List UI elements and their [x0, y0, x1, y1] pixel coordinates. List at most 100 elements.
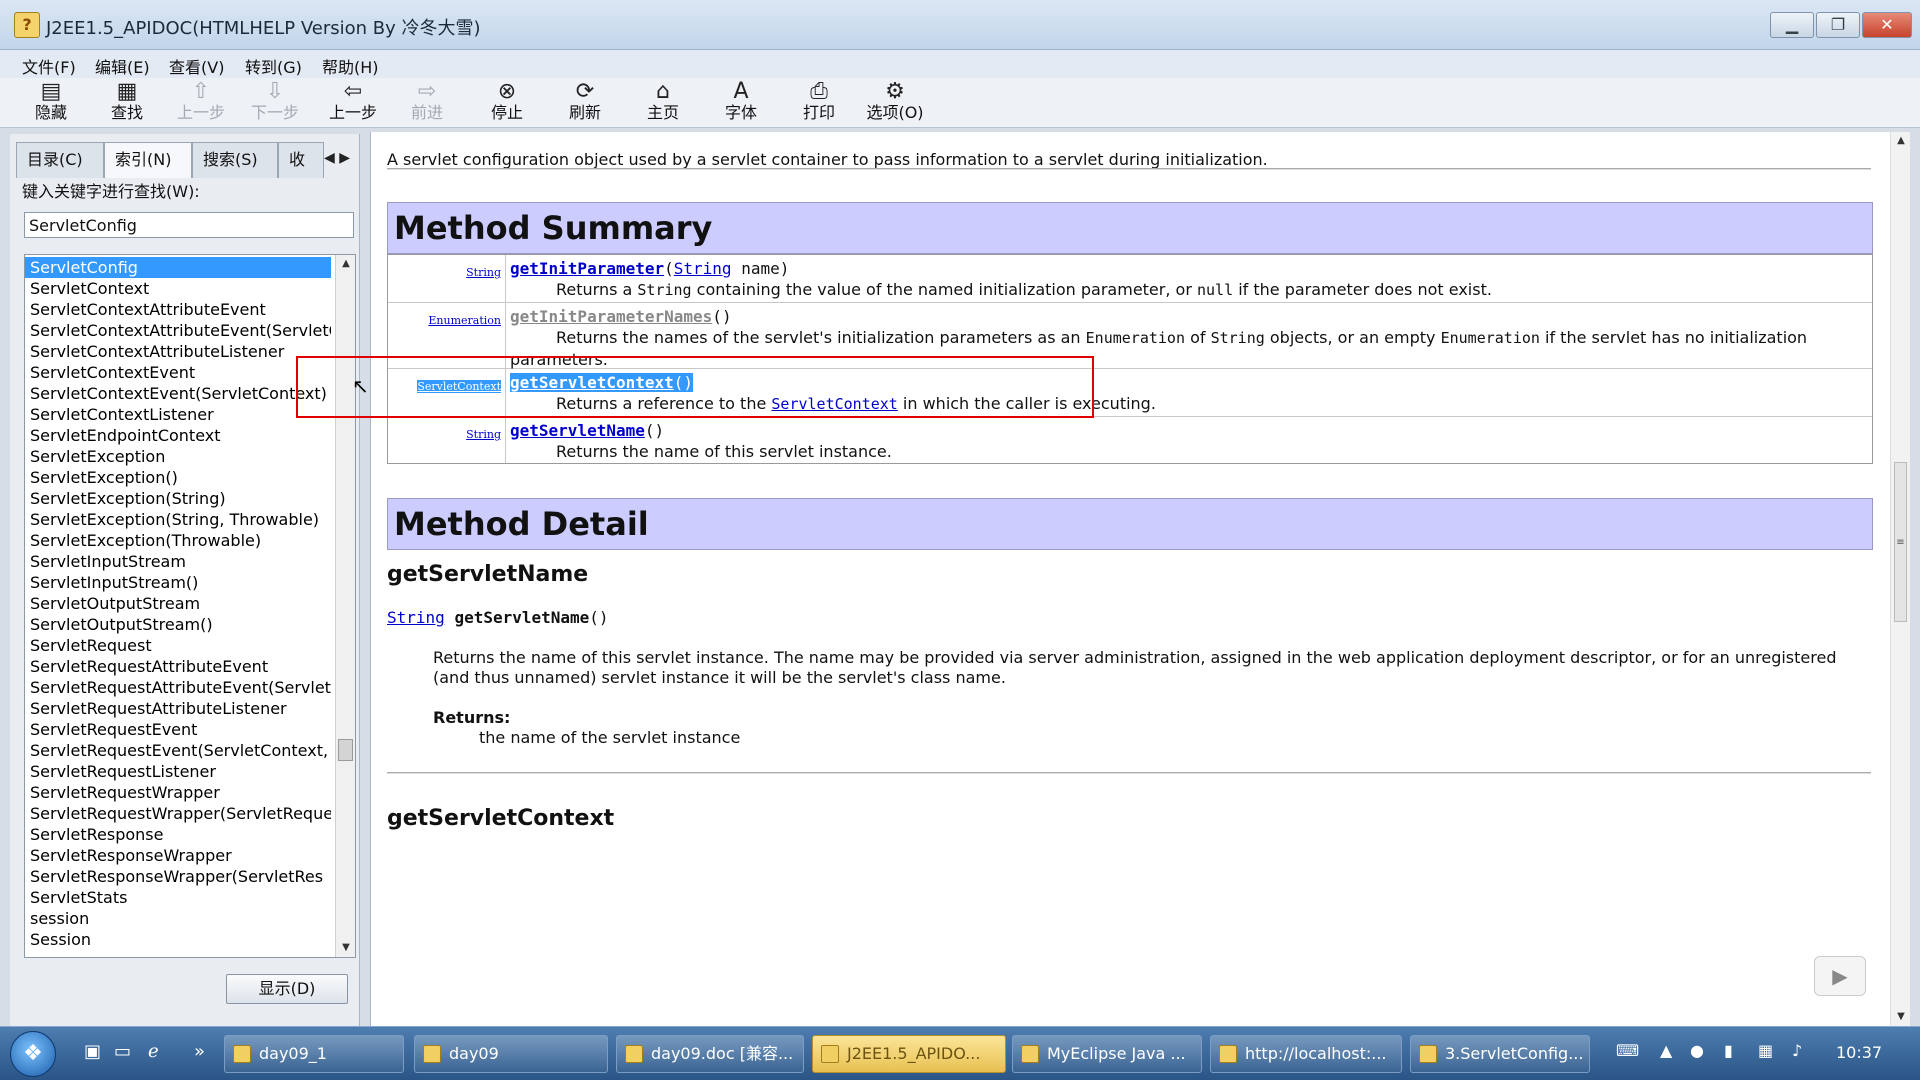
keyboard-icon[interactable]: ⌨ [1616, 1041, 1639, 1060]
index-list-item[interactable]: ServletException [25, 446, 331, 467]
network-icon[interactable]: ▦ [1758, 1041, 1773, 1060]
index-list-item[interactable]: ServletException(String, Throwable) [25, 509, 331, 530]
index-list-item[interactable]: ServletRequestEvent [25, 719, 331, 740]
show-desktop-icon[interactable]: ▣ [84, 1041, 101, 1062]
detail-return-type-link[interactable]: String [387, 608, 445, 627]
taskbar-item[interactable]: http://localhost:... [1210, 1035, 1402, 1073]
toolbar-button-6[interactable]: ⊗ 停止 [478, 78, 536, 128]
index-list-item[interactable]: ServletRequestAttributeListener [25, 698, 331, 719]
start-button[interactable]: ❖ [10, 1031, 56, 1077]
toolbar-button-10[interactable]: ⎙ 打印 [790, 78, 848, 128]
return-type-link[interactable]: Enumeration [428, 314, 501, 327]
display-button[interactable]: 显示(D) [226, 974, 348, 1004]
index-list-item[interactable]: ServletResponseWrapper [25, 845, 331, 866]
index-list-item[interactable]: ServletContextAttributeListener [25, 341, 331, 362]
index-list-item[interactable]: ServletConfig [25, 257, 331, 278]
index-list-item[interactable]: ServletContext [25, 278, 331, 299]
description-text: if the servlet has no initialization [1539, 328, 1808, 347]
index-list-item[interactable]: ServletContextListener [25, 404, 331, 425]
tab-index[interactable]: 索引(N) [104, 142, 192, 178]
minimize-button[interactable]: ▁ [1770, 12, 1814, 38]
method-name-link[interactable]: getInitParameter [510, 259, 664, 278]
toolbar-button-5[interactable]: ⇨ 前进 [398, 78, 456, 128]
return-type-link[interactable]: String [466, 428, 501, 441]
index-list-item[interactable]: ServletRequest [25, 635, 331, 656]
menu-view[interactable]: 查看(V) [169, 54, 224, 78]
index-list-item[interactable]: ServletResponse [25, 824, 331, 845]
tab-contents[interactable]: 目录(C) [16, 142, 104, 178]
tray-expand-icon[interactable]: ▲ [1660, 1041, 1672, 1060]
toolbar-button-2[interactable]: ⇧ 上一步 [172, 78, 230, 128]
index-list-item[interactable]: ServletContextEvent(ServletContext) [25, 383, 331, 404]
toolbar-button-4[interactable]: ⇦ 上一步 [324, 78, 382, 128]
scroll-down-icon[interactable]: ▼ [336, 939, 355, 957]
keyword-input[interactable] [24, 212, 354, 238]
power-icon[interactable]: ▮ [1724, 1041, 1733, 1060]
scroll-thumb[interactable] [338, 739, 353, 761]
index-list-item[interactable]: ServletException(Throwable) [25, 530, 331, 551]
help-content: A servlet configuration object used by a… [370, 132, 1910, 1026]
index-list-item[interactable]: ServletOutputStream() [25, 614, 331, 635]
index-list-item[interactable]: session [25, 908, 331, 929]
toolbar-button-1[interactable]: ▦ 查找 [98, 78, 156, 128]
method-name-link[interactable]: getServletName [510, 421, 645, 440]
monitor-icon[interactable]: ▭ [114, 1041, 131, 1062]
index-list-item[interactable]: Session [25, 929, 331, 950]
menu-goto[interactable]: 转到(G) [245, 54, 302, 78]
up-arrow-icon: ⇧ [191, 79, 211, 104]
index-list-item[interactable]: ServletRequestListener [25, 761, 331, 782]
tab-scroll-arrows-icon[interactable]: ◀ ▶ [324, 150, 350, 166]
index-list-item[interactable]: ServletRequestWrapper [25, 782, 331, 803]
index-list-item[interactable]: ServletEndpointContext [25, 425, 331, 446]
security-icon[interactable]: ● [1690, 1041, 1704, 1060]
taskbar-item[interactable]: MyEclipse Java ... [1012, 1035, 1202, 1073]
index-list-item[interactable]: ServletContextEvent [25, 362, 331, 383]
toolbar-button-9[interactable]: A 字体 [712, 78, 770, 128]
toolbar-button-0[interactable]: ▤ 隐藏 [22, 78, 80, 128]
taskbar-item[interactable]: day09.doc [兼容... [616, 1035, 804, 1073]
tab-search[interactable]: 搜索(S) [192, 142, 278, 178]
close-button[interactable]: ✕ [1862, 12, 1912, 38]
index-list-item[interactable]: ServletContextAttributeEvent(ServletCo [25, 320, 331, 341]
content-scrollbar[interactable]: ▲ ≡ ▼ [1890, 132, 1910, 1026]
index-list-item[interactable]: ServletRequestWrapper(ServletReque [25, 803, 331, 824]
index-list-item[interactable]: ServletRequestAttributeEvent [25, 656, 331, 677]
index-list-item[interactable]: ServletRequestAttributeEvent(ServletC [25, 677, 331, 698]
menu-help[interactable]: 帮助(H) [322, 54, 379, 78]
index-list-item[interactable]: ServletInputStream [25, 551, 331, 572]
menu-edit[interactable]: 编辑(E) [95, 54, 150, 78]
index-list-item[interactable]: ServletOutputStream [25, 593, 331, 614]
scroll-down-icon[interactable]: ▼ [1891, 1008, 1910, 1026]
volume-icon[interactable]: ♪ [1792, 1041, 1802, 1060]
taskbar-item[interactable]: day09_1 [224, 1035, 404, 1073]
browser-icon[interactable]: ℯ [148, 1041, 159, 1062]
quicklaunch-more-icon[interactable]: » [194, 1041, 205, 1062]
next-method-heading: getServletContext [387, 806, 615, 831]
maximize-button[interactable]: ❐ [1816, 12, 1860, 38]
detail-method-heading: getServletName [387, 562, 589, 587]
index-list-item[interactable]: ServletInputStream() [25, 572, 331, 593]
index-list-item[interactable]: ServletContextAttributeEvent [25, 299, 331, 320]
index-list-item[interactable]: ServletStats [25, 887, 331, 908]
tab-favorites[interactable]: 收 [278, 142, 324, 178]
index-list-item[interactable]: ServletException() [25, 467, 331, 488]
index-list-item[interactable]: ServletException(String) [25, 488, 331, 509]
taskbar-item[interactable]: 3.ServletConfig... [1410, 1035, 1590, 1073]
scroll-thumb[interactable]: ≡ [1894, 462, 1907, 622]
method-name-link[interactable]: getInitParameterNames [510, 307, 712, 326]
toolbar-button-8[interactable]: ⌂ 主页 [634, 78, 692, 128]
return-type-link[interactable]: String [466, 266, 501, 279]
menu-file[interactable]: 文件(F) [22, 54, 76, 78]
scroll-up-icon[interactable]: ▲ [336, 255, 355, 273]
toolbar-button-7[interactable]: ⟳ 刷新 [556, 78, 614, 128]
toolbar-button-11[interactable]: ⚙ 选项(O) [866, 78, 924, 128]
index-list-item[interactable]: ServletResponseWrapper(ServletRes [25, 866, 331, 887]
index-list-item[interactable]: ServletRequestEvent(ServletContext, S [25, 740, 331, 761]
play-icon[interactable]: ▶ [1814, 956, 1866, 996]
scroll-up-icon[interactable]: ▲ [1891, 132, 1910, 150]
paren: ) [654, 421, 665, 440]
param-type-link[interactable]: String [674, 259, 732, 278]
taskbar-item[interactable]: day09 [414, 1035, 608, 1073]
toolbar-button-3[interactable]: ⇩ 下一步 [246, 78, 304, 128]
taskbar-item[interactable]: J2EE1.5_APIDO... [812, 1035, 1006, 1073]
